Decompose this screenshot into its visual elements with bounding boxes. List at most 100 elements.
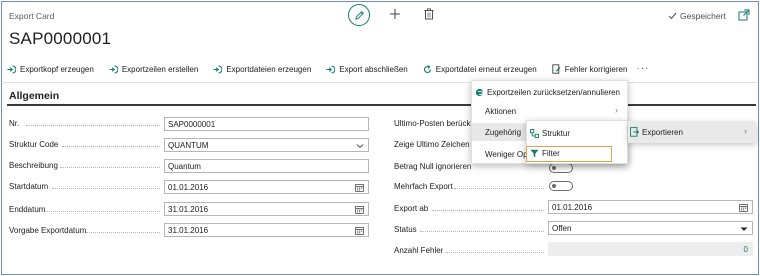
field-leader bbox=[86, 232, 160, 233]
field-leader bbox=[45, 211, 160, 212]
action-label: Exportzeilen erstellen bbox=[121, 64, 199, 74]
menu-item-label: Exportieren bbox=[642, 127, 683, 137]
field-leader bbox=[446, 252, 544, 253]
saved-status: Gespeichert bbox=[668, 11, 726, 21]
startdatum-value: 01.01.2016 bbox=[168, 182, 209, 192]
arrow-in-icon bbox=[7, 64, 16, 74]
action-exportzeilen-erstellen[interactable]: Exportzeilen erstellen bbox=[109, 65, 198, 74]
undo-icon bbox=[475, 88, 484, 96]
field-leader bbox=[454, 188, 544, 189]
vorgabe-exportdatum-field[interactable]: 31.01.2016 bbox=[164, 223, 369, 237]
betrag-null-toggle[interactable] bbox=[549, 163, 573, 173]
anzahl-fehler-field: 0 bbox=[548, 242, 753, 256]
chevron-down-icon bbox=[356, 144, 364, 149]
export-ab-field[interactable]: 01.01.2016 bbox=[548, 200, 753, 214]
page-caption: Export Card bbox=[9, 11, 55, 21]
field-label-status: Status bbox=[394, 225, 417, 234]
field-leader bbox=[62, 146, 160, 147]
field-label-mehrfach-export: Mehrfach Export bbox=[394, 182, 453, 191]
calendar-icon[interactable] bbox=[355, 205, 364, 214]
menu-item-label: Filter bbox=[542, 149, 560, 158]
field-leader bbox=[420, 231, 544, 232]
menu-item-exportieren[interactable]: Exportieren › bbox=[628, 123, 754, 141]
arrow-in-icon bbox=[109, 64, 118, 74]
field-label-betrag-null: Betrag Null ignorieren bbox=[394, 162, 472, 171]
field-leader bbox=[52, 188, 160, 189]
trash-icon bbox=[424, 8, 434, 20]
action-bar: Exportkopf erzeugen Exportzeilen erstell… bbox=[7, 61, 757, 77]
arrow-in-icon bbox=[213, 64, 223, 74]
checkmark-icon bbox=[668, 12, 677, 20]
enddatum-value: 31.01.2016 bbox=[168, 204, 209, 214]
field-label-beschreibung: Beschreibung bbox=[9, 161, 58, 170]
chevron-right-icon: › bbox=[744, 126, 747, 136]
calendar-icon[interactable] bbox=[739, 203, 748, 212]
field-label-export-ab: Export ab bbox=[394, 204, 429, 213]
nr-field[interactable]: SAP0000001 bbox=[164, 117, 369, 131]
export-ab-value: 01.01.2016 bbox=[552, 202, 593, 212]
structure-icon bbox=[530, 128, 539, 138]
field-label-ultimo-posten: Ultimo-Posten berücks bbox=[394, 119, 472, 128]
section-divider bbox=[7, 104, 756, 106]
edit-button[interactable] bbox=[348, 4, 370, 26]
calendar-icon[interactable] bbox=[355, 226, 364, 235]
action-label: Fehler korrigieren bbox=[564, 64, 628, 74]
chevron-right-icon: › bbox=[615, 105, 618, 115]
menu-item-filter[interactable]: Filter bbox=[526, 146, 612, 162]
action-export-abschliessen[interactable]: Export abschließen bbox=[326, 64, 408, 74]
menu-item-label: Struktur bbox=[542, 128, 571, 138]
exportieren-submenu: Exportieren › bbox=[628, 121, 756, 143]
menu-item-aktionen[interactable]: Aktionen › bbox=[472, 102, 627, 120]
field-label-vorgabe-exportdatum: Vorgabe Exportdatum bbox=[9, 226, 87, 235]
arrow-in-icon bbox=[326, 64, 336, 74]
delete-button[interactable] bbox=[423, 7, 435, 21]
menu-item-reset-exportzeilen[interactable]: Exportzeilen zurücksetzen/annulieren bbox=[472, 83, 627, 101]
new-button[interactable] bbox=[388, 6, 402, 22]
export-icon bbox=[630, 127, 639, 137]
action-label: Exportdatei erneut erzeugen bbox=[435, 64, 537, 74]
startdatum-field[interactable]: 01.01.2016 bbox=[164, 180, 369, 194]
page-title: SAP0000001 bbox=[9, 29, 112, 48]
more-options-button[interactable]: ··· bbox=[636, 64, 649, 74]
saved-label: Gespeichert bbox=[680, 11, 726, 21]
document-edit-icon bbox=[552, 64, 561, 74]
enddatum-field[interactable]: 31.01.2016 bbox=[164, 202, 369, 216]
action-fehler-korrigieren[interactable]: Fehler korrigieren bbox=[552, 64, 628, 74]
field-label-enddatum: Enddatum bbox=[9, 205, 46, 214]
field-label-anzahl-fehler: Anzahl Fehler bbox=[394, 246, 444, 255]
field-leader bbox=[26, 125, 160, 126]
plus-icon bbox=[390, 9, 400, 19]
action-label: Exportdateien erzeugen bbox=[226, 64, 312, 74]
open-new-window-icon[interactable] bbox=[738, 9, 750, 21]
toolbar-divider bbox=[1, 82, 757, 83]
nr-value: SAP0000001 bbox=[168, 119, 216, 129]
action-exportdateien-erzeugen[interactable]: Exportdateien erzeugen bbox=[213, 65, 311, 74]
menu-item-label: Zugehörig bbox=[485, 127, 522, 137]
struktur-code-select[interactable]: QUANTUM bbox=[164, 138, 369, 152]
field-leader bbox=[60, 167, 160, 168]
menu-item-label: Aktionen bbox=[485, 106, 517, 116]
refresh-icon bbox=[423, 64, 431, 73]
action-label: Export abschließen bbox=[339, 64, 408, 74]
field-leader bbox=[432, 210, 544, 211]
menu-item-label: Exportzeilen zurücksetzen/annulieren bbox=[487, 87, 620, 97]
action-label: Exportkopf erzeugen bbox=[20, 64, 94, 74]
status-value: Offen bbox=[552, 223, 572, 233]
action-exportkopf-erzeugen[interactable]: Exportkopf erzeugen bbox=[7, 65, 94, 74]
vorgabe-exportdatum-value: 31.01.2016 bbox=[168, 225, 209, 235]
menu-item-struktur[interactable]: Struktur bbox=[527, 124, 627, 142]
field-label-zeige-ultimo: Zeige Ultimo Zeichen bbox=[394, 140, 470, 149]
struktur-code-value: QUANTUM bbox=[168, 140, 209, 150]
status-select[interactable]: Offen bbox=[548, 221, 753, 235]
anzahl-fehler-value: 0 bbox=[743, 244, 748, 254]
beschreibung-value: Quantum bbox=[168, 161, 201, 171]
mehrfach-export-toggle[interactable] bbox=[549, 181, 573, 191]
menu-item-label: Weniger Op bbox=[485, 149, 528, 159]
field-label-startdatum: Startdatum bbox=[9, 182, 49, 191]
beschreibung-field[interactable]: Quantum bbox=[164, 159, 369, 173]
field-label-nr: Nr. bbox=[9, 119, 20, 128]
section-title: Allgemein bbox=[9, 90, 60, 102]
calendar-icon[interactable] bbox=[355, 183, 364, 192]
action-exportdatei-erneut-erzeugen[interactable]: Exportdatei erneut erzeugen bbox=[423, 65, 537, 74]
pencil-icon bbox=[354, 10, 364, 20]
